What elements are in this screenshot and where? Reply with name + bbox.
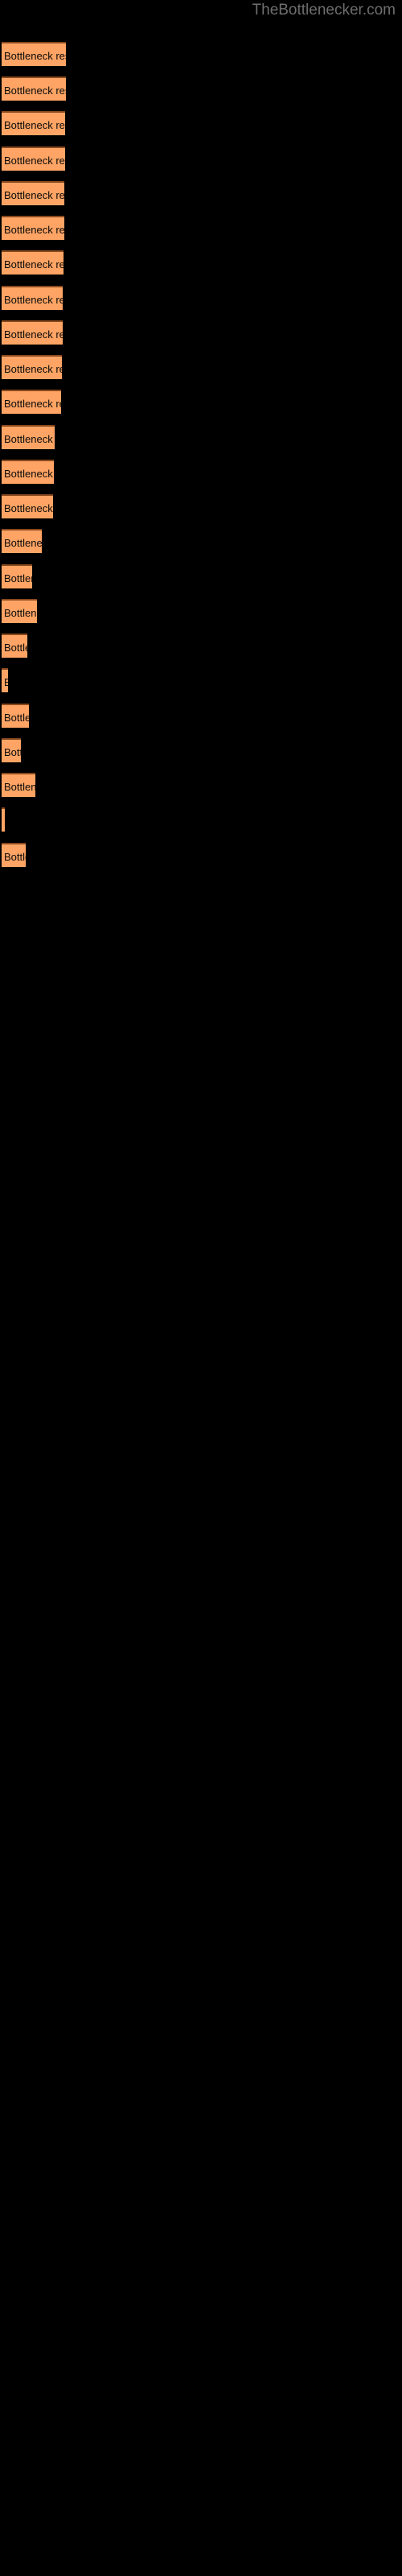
bar-row[interactable]: Bottleneck result (2, 147, 65, 171)
bar-row[interactable]: Bottleneck result (2, 494, 53, 518)
bar-row[interactable]: Bottleneck result (2, 704, 29, 728)
bottleneck-result-bar[interactable]: Bottleneck result (2, 773, 35, 797)
bar-row[interactable]: Bottleneck result (2, 42, 66, 66)
bar-label: Bottleneck result (4, 712, 29, 724)
page-root: TheBottlenecker.com Bottleneck resultBot… (0, 0, 402, 2576)
bottleneck-result-bar[interactable]: Bottleneck result (2, 843, 26, 867)
bar-row[interactable]: Bottleneck result (2, 807, 5, 832)
bottleneck-result-bar[interactable]: Bottleneck result (2, 42, 66, 66)
bottleneck-result-bar[interactable]: Bottleneck result (2, 147, 65, 171)
bar-row[interactable]: Bottleneck result (2, 460, 54, 484)
bar-label: Bottleneck result (4, 328, 63, 341)
bar-label: Bottleneck result (4, 155, 65, 167)
bottleneck-result-bar[interactable]: Bottleneck result (2, 738, 21, 762)
bar-row[interactable]: Bottleneck result (2, 286, 63, 310)
bar-label: Bottleneck result (4, 119, 65, 131)
bottleneck-result-bar[interactable]: Bottleneck result (2, 494, 53, 518)
bottleneck-result-bar[interactable]: Bottleneck result (2, 668, 8, 692)
bar-label: Bottleneck result (4, 294, 63, 306)
bottleneck-result-bar[interactable]: Bottleneck result (2, 286, 63, 310)
bar-row[interactable]: Bottleneck result (2, 529, 42, 553)
bottleneck-result-bar[interactable]: Bottleneck result (2, 250, 64, 275)
bar-label: Bottleneck result (4, 433, 55, 445)
bar-row[interactable]: Bottleneck result (2, 738, 21, 762)
bar-label: Bottleneck result (4, 674, 8, 691)
bar-label: Bottleneck result (4, 781, 35, 793)
bar-row[interactable]: Bottleneck result (2, 564, 32, 588)
bar-row[interactable]: Bottleneck result (2, 320, 63, 345)
bar-label: Bottleneck result (4, 224, 64, 236)
bar-row[interactable]: Bottleneck result (2, 111, 65, 135)
bottleneck-result-bar[interactable]: Bottleneck result (2, 76, 66, 101)
bar-label: Bottleneck result (4, 572, 32, 584)
bar-row[interactable]: Bottleneck result (2, 390, 61, 414)
bar-label: Bottleneck result (4, 398, 61, 410)
bar-label: Bottleneck result (4, 642, 27, 654)
bar-row[interactable]: Bottleneck result (2, 599, 37, 623)
bottleneck-result-bar[interactable]: Bottleneck result (2, 634, 27, 658)
bar-label: Bottleneck result (4, 50, 66, 62)
bar-label: Bottleneck result (4, 746, 21, 758)
bar-label: Bottleneck result (4, 363, 62, 375)
bottleneck-bar-chart: Bottleneck result Bottleneck result Bottle… (0, 0, 402, 2576)
bottleneck-result-bar[interactable]: Bottleneck result (2, 425, 55, 449)
bar-row[interactable]: Bottleneck result (2, 250, 64, 275)
bottleneck-result-bar[interactable]: Bottleneck result (2, 320, 63, 345)
bottleneck-result-bar[interactable]: Bottleneck result (2, 111, 65, 135)
bottleneck-result-bar[interactable]: Bottleneck result (2, 460, 54, 484)
bar-label: Bottleneck result (4, 607, 37, 619)
bottleneck-result-bar[interactable]: Bottleneck result (2, 599, 37, 623)
bar-label: Bottleneck result (4, 189, 64, 201)
bottleneck-result-bar[interactable]: Bottleneck result (2, 355, 62, 379)
bar-row[interactable]: Bottleneck result (2, 634, 27, 658)
bar-row[interactable]: Bottleneck result (2, 843, 26, 867)
bottleneck-result-bar[interactable]: Bottleneck result (2, 529, 42, 553)
bottleneck-result-bar[interactable]: Bottleneck result (2, 181, 64, 205)
bar-row[interactable]: Bottleneck result (2, 773, 35, 797)
bottleneck-result-bar[interactable]: Bottleneck result (2, 564, 32, 588)
bottleneck-result-bar[interactable]: Bottleneck result (2, 216, 64, 240)
bar-row[interactable]: Bottleneck result (2, 355, 62, 379)
bar-row[interactable]: Bottleneck result (2, 216, 64, 240)
bar-label: Bottleneck result (4, 85, 66, 97)
bar-label: Bottleneck result (4, 258, 64, 270)
bar-row[interactable]: Bottleneck result (2, 76, 66, 101)
bar-label: Bottleneck result (4, 813, 5, 831)
bottleneck-result-bar[interactable]: Bottleneck result (2, 704, 29, 728)
bar-label: Bottleneck result (4, 537, 42, 549)
bottleneck-result-bar[interactable]: Bottleneck result (2, 807, 5, 832)
bar-label: Bottleneck result (4, 468, 54, 480)
bar-row[interactable]: Bottleneck result (2, 425, 55, 449)
bar-label: Bottleneck result (4, 502, 53, 514)
bar-row[interactable]: Bottleneck result (2, 668, 8, 692)
bar-label: Bottleneck result (4, 851, 26, 863)
bottleneck-result-bar[interactable]: Bottleneck result (2, 390, 61, 414)
bar-row[interactable]: Bottleneck result (2, 181, 64, 205)
